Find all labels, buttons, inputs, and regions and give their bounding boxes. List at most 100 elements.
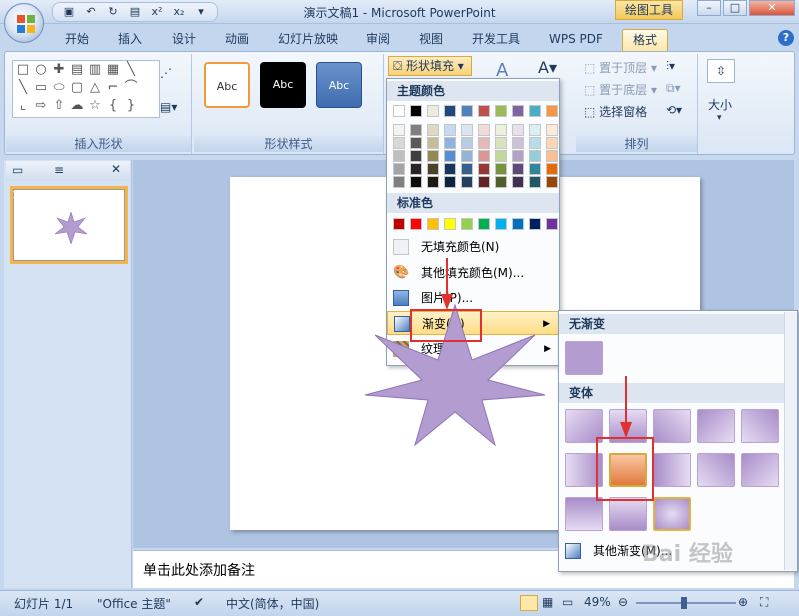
office-button[interactable]: [4, 3, 44, 43]
textbox-icon[interactable]: ▤▾: [160, 100, 182, 114]
theme-shade-swatch[interactable]: [393, 124, 405, 136]
theme-shade-swatch[interactable]: [495, 150, 507, 162]
bracket-shape-icon[interactable]: {: [105, 99, 121, 113]
theme-shade-swatch[interactable]: [512, 163, 524, 175]
redo-icon[interactable]: ↻: [103, 4, 123, 20]
style-sample-black[interactable]: Abc: [260, 62, 306, 108]
oval-shape-icon[interactable]: ○: [33, 63, 49, 77]
standard-swatch[interactable]: [444, 218, 456, 230]
theme-shade-swatch[interactable]: [478, 163, 490, 175]
minimize-icon[interactable]: –: [697, 0, 721, 16]
theme-shade-swatch[interactable]: [495, 163, 507, 175]
textbox-shape-icon[interactable]: ▤: [69, 63, 85, 77]
outline-tab-icon[interactable]: ≡: [54, 163, 64, 177]
style-sample-blue[interactable]: Abc: [316, 62, 362, 108]
gradient-variant-tile[interactable]: [741, 453, 779, 487]
theme-shade-swatch[interactable]: [461, 137, 473, 149]
theme-shade-swatch[interactable]: [393, 176, 405, 188]
standard-swatch[interactable]: [427, 218, 439, 230]
theme-shade-swatch[interactable]: [410, 124, 422, 136]
close-icon[interactable]: ✕: [749, 0, 795, 16]
standard-swatch[interactable]: [461, 218, 473, 230]
curve-shape-icon[interactable]: ⌒: [123, 81, 139, 95]
theme-shade-swatch[interactable]: [444, 163, 456, 175]
diag-line-shape-icon[interactable]: ╲: [15, 81, 31, 95]
rounded-rect-shape-icon[interactable]: ▢: [69, 81, 85, 95]
theme-shade-swatch[interactable]: [461, 150, 473, 162]
theme-swatch[interactable]: [393, 105, 405, 117]
theme-shade-swatch[interactable]: [529, 176, 541, 188]
theme-shade-swatch[interactable]: [512, 150, 524, 162]
rect-shape-icon[interactable]: □: [15, 63, 31, 77]
theme-shade-swatch[interactable]: [461, 176, 473, 188]
tab-wps-pdf[interactable]: WPS PDF: [539, 29, 613, 51]
theme-shade-swatch[interactable]: [546, 176, 558, 188]
shapes-gallery[interactable]: □ ○ ✚ ▤ ▥ ▦ ╲ ╲ ▭ ⬭ ▢ △ ⌐ ⌒ ⌞ ⇨ ⇧ ☁ ☆ { …: [12, 60, 160, 118]
theme-shade-swatch[interactable]: [444, 176, 456, 188]
normal-view-icon[interactable]: [520, 595, 538, 611]
style-sample-orange[interactable]: Abc: [204, 62, 250, 108]
selection-pane-button[interactable]: ⬚ 选择窗格: [584, 103, 647, 120]
gradient-variant-tile[interactable]: [653, 453, 691, 487]
standard-swatch[interactable]: [478, 218, 490, 230]
gradient-variant-tile[interactable]: [653, 497, 691, 531]
theme-shade-swatch[interactable]: [427, 124, 439, 136]
gradient-variant-tile[interactable]: [697, 453, 735, 487]
subscript-icon[interactable]: x₂: [169, 4, 189, 20]
more-colors-item[interactable]: 🎨 其他填充颜色(M)...: [387, 261, 559, 285]
gradient-variant-tile[interactable]: [741, 409, 779, 443]
theme-swatch[interactable]: [546, 105, 558, 117]
superscript-icon[interactable]: x²: [147, 4, 167, 20]
theme-swatch[interactable]: [410, 105, 422, 117]
vtextbox-shape-icon[interactable]: ▥: [87, 63, 103, 77]
theme-shade-swatch[interactable]: [410, 163, 422, 175]
sorter-view-icon[interactable]: ▦: [542, 595, 553, 609]
group-icon[interactable]: ⧉▾: [666, 81, 681, 96]
theme-swatch[interactable]: [444, 105, 456, 117]
theme-shade-swatch[interactable]: [393, 163, 405, 175]
send-back-button[interactable]: ⬚ 置于底层 ▾: [584, 81, 657, 98]
brace-shape-icon[interactable]: }: [123, 99, 139, 113]
tab-developer[interactable]: 开发工具: [462, 29, 530, 51]
tab-slideshow[interactable]: 幻灯片放映: [268, 29, 348, 51]
shape-fill-button[interactable]: ⛋ 形状填充 ▾: [388, 56, 472, 76]
standard-swatch[interactable]: [410, 218, 422, 230]
text-fill-icon[interactable]: A▾: [538, 58, 557, 77]
gradient-variant-tile[interactable]: [697, 409, 735, 443]
theme-shade-swatch[interactable]: [393, 150, 405, 162]
theme-shade-swatch[interactable]: [529, 150, 541, 162]
align-icon[interactable]: ⫶▾: [666, 59, 675, 74]
theme-swatch[interactable]: [461, 105, 473, 117]
theme-shade-swatch[interactable]: [512, 176, 524, 188]
theme-shade-swatch[interactable]: [546, 150, 558, 162]
theme-shade-swatch[interactable]: [512, 137, 524, 149]
standard-swatch[interactable]: [512, 218, 524, 230]
rect2-shape-icon[interactable]: ▭: [33, 81, 49, 95]
cloud-shape-icon[interactable]: ☁: [69, 99, 85, 113]
theme-shade-swatch[interactable]: [495, 176, 507, 188]
theme-shade-swatch[interactable]: [546, 124, 558, 136]
theme-shade-swatch[interactable]: [427, 137, 439, 149]
theme-shade-swatch[interactable]: [478, 124, 490, 136]
theme-swatch[interactable]: [512, 105, 524, 117]
oval2-shape-icon[interactable]: ⬭: [51, 81, 67, 95]
maximize-icon[interactable]: □: [723, 0, 747, 16]
theme-shade-swatch[interactable]: [410, 137, 422, 149]
theme-shade-swatch[interactable]: [444, 150, 456, 162]
size-dropdown-icon[interactable]: ▾: [717, 113, 722, 123]
zoom-out-icon[interactable]: ⊖: [618, 595, 628, 609]
theme-shade-swatch[interactable]: [444, 137, 456, 149]
standard-swatch[interactable]: [546, 218, 558, 230]
gradient-variant-tile[interactable]: [609, 497, 647, 531]
help-icon[interactable]: ?: [778, 30, 794, 46]
theme-shade-swatch[interactable]: [478, 150, 490, 162]
theme-shade-swatch[interactable]: [495, 137, 507, 149]
tab-home[interactable]: 开始: [55, 29, 99, 51]
theme-shade-swatch[interactable]: [546, 163, 558, 175]
gradient-variant-tile[interactable]: [565, 497, 603, 531]
theme-shade-swatch[interactable]: [512, 124, 524, 136]
theme-shade-swatch[interactable]: [529, 137, 541, 149]
pane-close-icon[interactable]: ✕: [111, 162, 121, 176]
theme-shade-swatch[interactable]: [444, 124, 456, 136]
triangle-shape-icon[interactable]: △: [87, 81, 103, 95]
